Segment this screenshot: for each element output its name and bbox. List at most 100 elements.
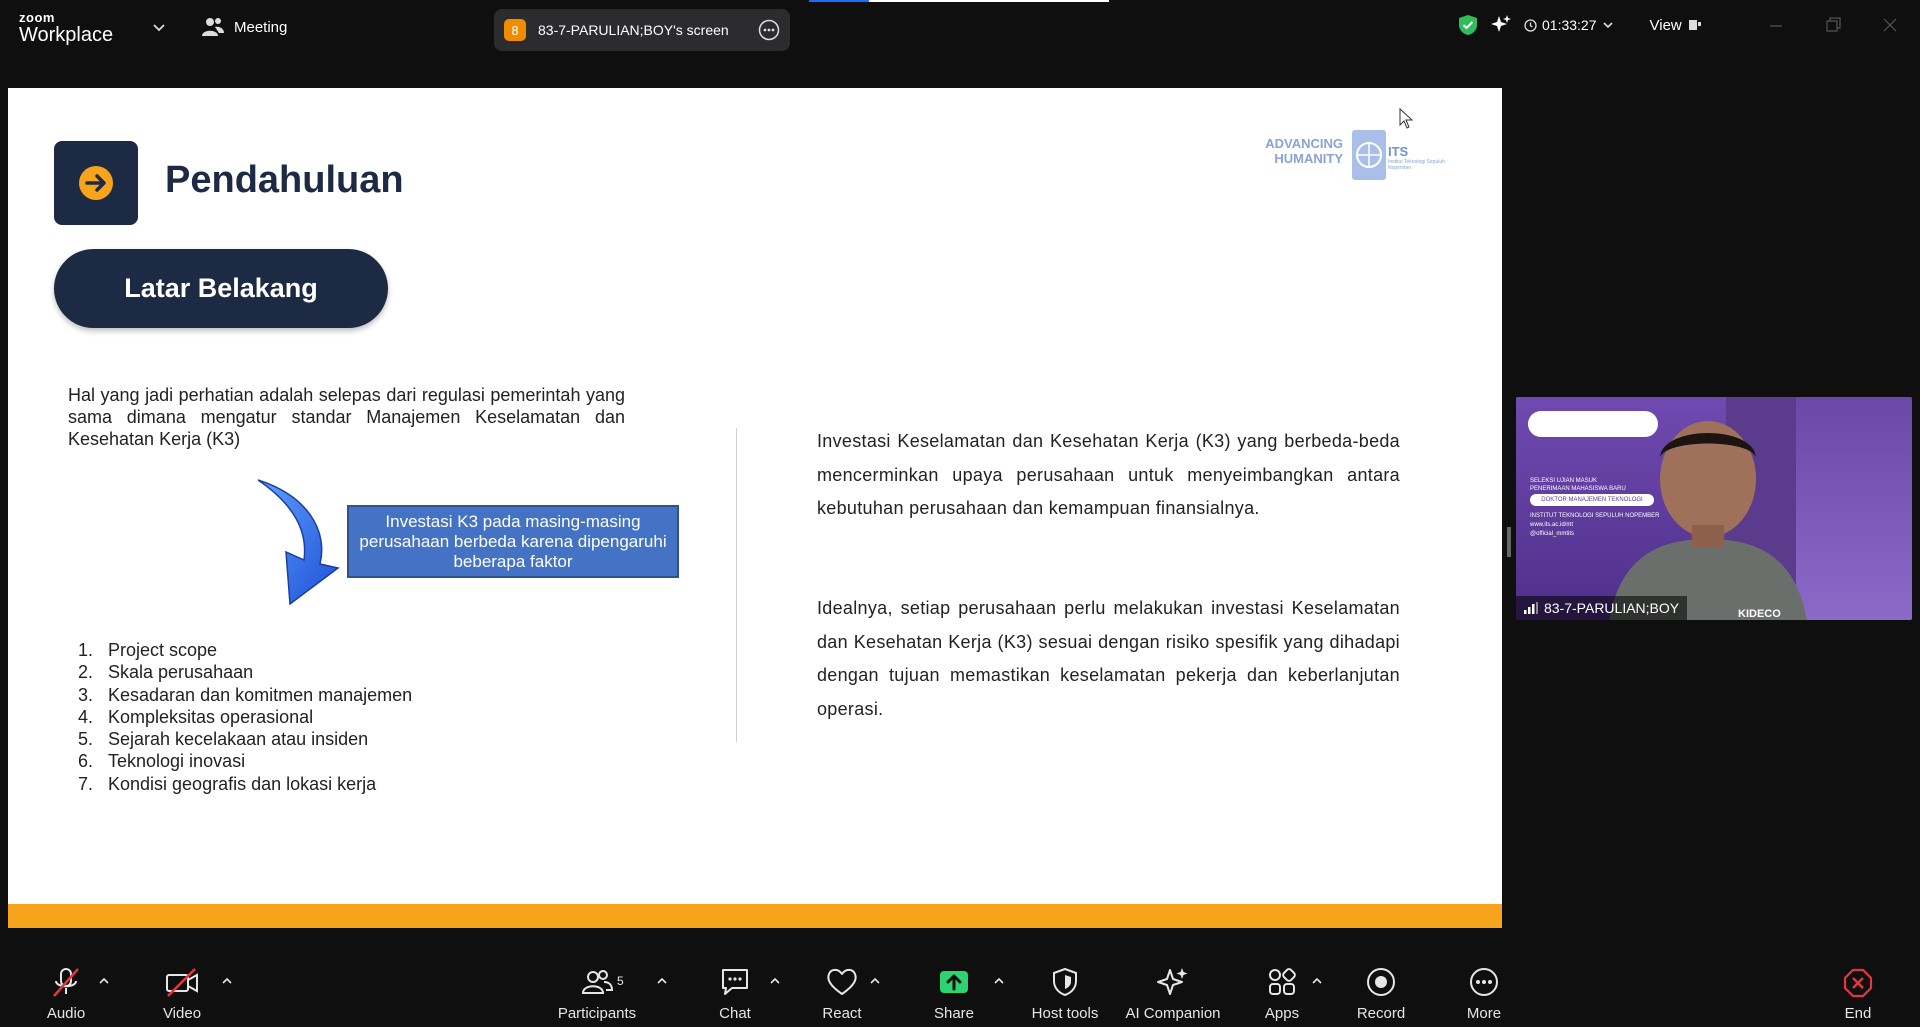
share-label: 83-7-PARULIAN;BOY's screen [538, 22, 729, 38]
clock-icon [1524, 18, 1537, 32]
view-menu[interactable]: View [1650, 17, 1702, 34]
chevron-down-icon[interactable] [152, 20, 166, 34]
share-button[interactable]: Share [933, 955, 975, 1027]
end-label: End [1844, 1005, 1872, 1022]
list-number: 4. [78, 706, 94, 727]
its-emblem-icon [1352, 130, 1386, 180]
arrow-right-circle-icon [79, 166, 113, 200]
signal-strength-icon [1524, 602, 1538, 614]
list-number: 1. [78, 640, 94, 660]
ai-companion-button[interactable]: AI Companion [1124, 955, 1222, 1027]
react-button[interactable]: React [821, 955, 863, 1027]
audio-button[interactable]: Audio [38, 955, 94, 1027]
logo-advancing-text: ADVANCING [1265, 136, 1343, 151]
participants-label: Participants [557, 1005, 637, 1022]
audio-label: Audio [46, 1005, 86, 1022]
participants-button[interactable]: Participants [554, 955, 640, 1027]
chevron-up-icon[interactable] [993, 975, 1005, 987]
apps-label: Apps [1264, 1005, 1300, 1022]
list-text: Kesadaran dan komitmen manajemen [108, 684, 413, 705]
meeting-menu[interactable]: Meeting [202, 17, 287, 37]
end-button[interactable]: End [1840, 955, 1876, 1027]
end-call-icon [1843, 968, 1873, 998]
list-text: Sejarah kecelakaan atau insiden [108, 729, 369, 750]
list-text: Project scope [108, 640, 218, 660]
slide-footer-bar [8, 904, 1502, 928]
logo-advancing-humanity: ADVANCING HUMANITY [1253, 136, 1343, 166]
banner-line: SELEKSI UJIAN MASUK [1530, 478, 1598, 484]
host-tools-button[interactable]: Host tools [1030, 955, 1100, 1027]
intro-paragraph: Hal yang jadi perhatian adalah selepas d… [68, 385, 625, 449]
more-dots-icon [1470, 968, 1498, 996]
participant-video-tile[interactable]: SELEKSI UJIAN MASUK PENERIMAAN MAHASISWA… [1516, 397, 1912, 620]
list-number: 7. [78, 773, 94, 794]
list-number: 6. [78, 751, 94, 772]
slide-arrow-badge [54, 141, 138, 225]
right-paragraph-2: Idealnya, setiap perusahaan perlu melaku… [817, 598, 1400, 719]
list-text: Teknologi inovasi [108, 751, 246, 772]
list-text: Skala perusahaan [108, 662, 254, 683]
right-paragraph-1: Investasi Keselamatan dan Kesehatan Kerj… [817, 431, 1400, 519]
encryption-shield-icon[interactable] [1458, 14, 1478, 36]
minimize-icon[interactable] [1767, 16, 1785, 34]
view-label: View [1649, 16, 1682, 34]
chevron-up-icon[interactable] [1311, 975, 1323, 987]
logo-zoom-text: zoom [19, 10, 55, 25]
chevron-up-icon[interactable] [221, 975, 233, 987]
logo-its-text: ITS [1388, 144, 1409, 159]
list-text: Kompleksitas operasional [108, 706, 314, 727]
heart-icon [827, 968, 857, 995]
video-label: Video [162, 1005, 202, 1022]
more-button[interactable]: More [1462, 955, 1506, 1027]
share-label-toolbar: Share [933, 1005, 975, 1022]
view-layout-icon [1688, 20, 1701, 30]
meeting-timer[interactable]: 01:33:27 [1524, 17, 1614, 33]
record-icon [1367, 968, 1395, 996]
curved-arrow-down-icon [258, 479, 340, 606]
section-pill: Latar Belakang [54, 249, 388, 328]
participant-name-tag: 83-7-PARULIAN;BOY [1516, 596, 1688, 620]
vertical-divider [736, 428, 737, 742]
list-item: 5. Sejarah kecelakaan atau insiden [78, 728, 412, 750]
share-badge: 8 [504, 19, 526, 41]
host-tools-label: Host tools [1031, 1005, 1099, 1022]
list-item: 1. Project scope [78, 639, 412, 661]
its-logo: ADVANCING HUMANITY ITS Institut Teknolog… [1253, 124, 1445, 184]
restore-icon[interactable] [1824, 16, 1842, 34]
banner-line: www.its.ac.id/mt [1530, 522, 1574, 528]
record-button[interactable]: Record [1354, 955, 1408, 1027]
chat-button[interactable]: Chat [714, 955, 756, 1027]
chevron-up-icon[interactable] [656, 975, 668, 987]
list-item: 3. Kesadaran dan komitmen manajemen [78, 684, 412, 706]
callout-box: Investasi K3 pada masing-masing perusaha… [347, 505, 679, 578]
chevron-up-icon[interactable] [98, 975, 110, 987]
list-item: 4. Kompleksitas operasional [78, 706, 412, 728]
meeting-people-icon [202, 18, 224, 36]
video-button[interactable]: Video [156, 955, 208, 1027]
list-item: 6. Teknologi inovasi [78, 750, 412, 772]
participant-silhouette: KIDECO [1609, 421, 1807, 620]
banner-line: @official_mmtits [1530, 531, 1574, 537]
screen-share-indicator[interactable]: 8 83-7-PARULIAN;BOY's screen [494, 9, 790, 51]
ai-sparkle-icon[interactable] [1490, 14, 1512, 36]
factor-list: 1. Project scope 2. Skala perusahaan 3. Kes… [78, 639, 412, 795]
logo-its-subtitle: Institut Teknologi Sepuluh Nopember [1388, 159, 1445, 171]
share-screen-icon [940, 971, 968, 993]
microphone-muted-icon [53, 968, 79, 997]
logo-humanity-text: HUMANITY [1274, 151, 1343, 166]
share-progress-indicator [809, 0, 1109, 2]
chat-label: Chat [719, 1005, 751, 1022]
chevron-up-icon[interactable] [869, 975, 881, 987]
list-text: Kondisi geografis dan lokasi kerja [108, 773, 377, 794]
top-bar: zoom Workplace Meeting 8 83-7-PARULIAN;B… [0, 0, 1920, 56]
more-options-icon[interactable] [758, 19, 780, 41]
top-right-controls: 01:33:27 View [1458, 14, 1702, 36]
chevron-up-icon[interactable] [769, 975, 781, 987]
panel-resize-handle[interactable] [1507, 527, 1511, 557]
shirt-logo: KIDECO [1738, 608, 1781, 620]
meeting-toolbar: Audio Video Participants 5 Chat React Sh… [0, 955, 1920, 1027]
close-icon[interactable] [1881, 16, 1899, 34]
chat-bubble-icon [722, 969, 748, 995]
camera-off-icon [166, 968, 198, 997]
apps-button[interactable]: Apps [1262, 955, 1302, 1027]
